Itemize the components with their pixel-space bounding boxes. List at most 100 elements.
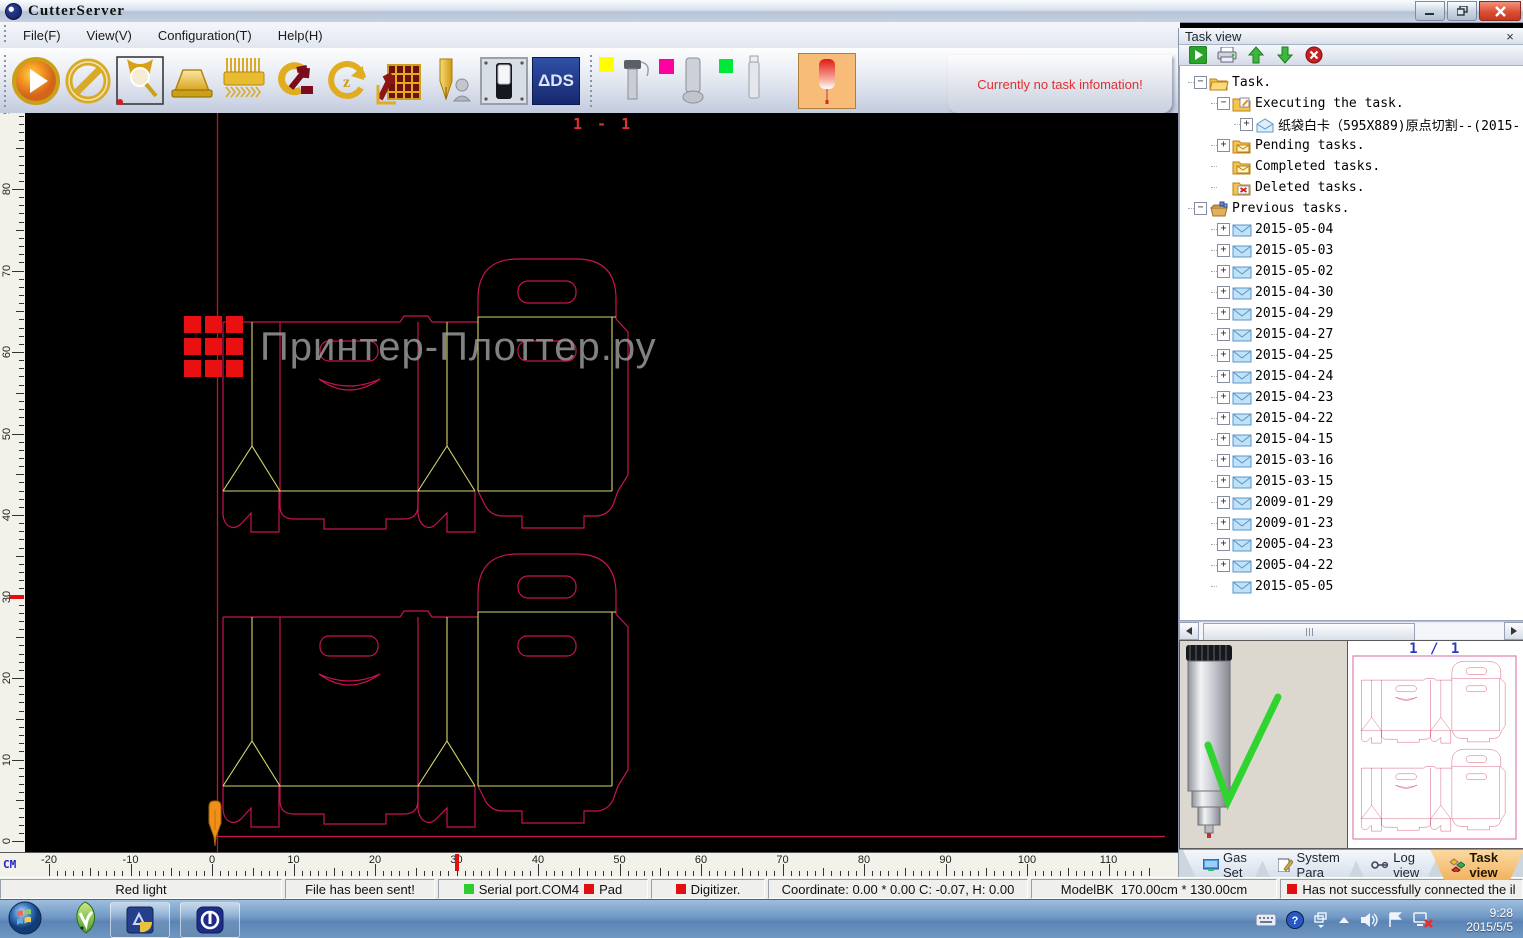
start-button[interactable] — [8, 901, 42, 938]
expand-toggle[interactable]: + — [1240, 118, 1253, 131]
start-cut-button[interactable] — [10, 54, 62, 108]
zoom-tool-button[interactable] — [114, 54, 166, 108]
power-switch-button[interactable] — [478, 54, 530, 108]
expand-toggle[interactable]: + — [1217, 286, 1230, 299]
volume-icon[interactable] — [1360, 912, 1378, 928]
rotate-button[interactable]: z — [322, 54, 374, 108]
tool-green-button[interactable] — [716, 54, 776, 108]
collapse-toggle[interactable]: − — [1194, 76, 1207, 89]
expand-toggle[interactable]: + — [1217, 496, 1230, 509]
tab-system-para[interactable]: System Para — [1258, 850, 1362, 880]
tree-item[interactable]: +2005-04-22 — [1180, 555, 1523, 576]
tree-item[interactable]: −Previous tasks. — [1180, 198, 1523, 219]
scroll-left-button[interactable] — [1179, 622, 1199, 640]
print-task-button[interactable] — [1216, 45, 1238, 65]
tree-item[interactable]: −Task. — [1180, 72, 1523, 93]
ads-taskbar-button[interactable] — [110, 902, 170, 938]
tree-item[interactable]: −Executing the task. — [1180, 93, 1523, 114]
coreldraw-button[interactable] — [70, 901, 100, 938]
comb-button[interactable] — [218, 54, 270, 108]
tree-item[interactable]: 2015-05-05 — [1180, 576, 1523, 597]
close-button[interactable] — [1479, 1, 1521, 21]
red-pen-button[interactable] — [798, 53, 856, 109]
tree-item[interactable]: +2015-04-25 — [1180, 345, 1523, 366]
tree-item[interactable]: +2015-04-24 — [1180, 366, 1523, 387]
expand-toggle[interactable]: + — [1217, 265, 1230, 278]
tab-task-view[interactable]: Task view — [1430, 850, 1523, 880]
run-task-button[interactable] — [1187, 45, 1209, 65]
ads-button[interactable]: ΔDS — [530, 54, 582, 108]
tab-label: Task view — [1469, 850, 1508, 880]
tab-log-view[interactable]: Log view — [1351, 850, 1440, 880]
stop-cut-button[interactable] — [62, 54, 114, 108]
grid-move-button[interactable] — [374, 54, 426, 108]
plotter-bed-button[interactable] — [166, 54, 218, 108]
tree-item[interactable]: +2015-05-02 — [1180, 261, 1523, 282]
tool-yellow-button[interactable] — [596, 54, 656, 108]
origin-move-button[interactable] — [270, 54, 322, 108]
action-center-flag-icon[interactable] — [1388, 912, 1403, 928]
expand-toggle[interactable]: + — [1217, 244, 1230, 257]
menu-view[interactable]: View(V) — [74, 25, 145, 46]
menu-configuration[interactable]: Configuration(T) — [145, 25, 265, 46]
move-down-button[interactable] — [1274, 45, 1296, 65]
restore-button[interactable] — [1447, 1, 1477, 21]
plotter-head-cursor[interactable] — [209, 801, 221, 846]
tree-item[interactable]: Deleted tasks. — [1180, 177, 1523, 198]
help-icon[interactable]: ? — [1286, 911, 1304, 929]
expand-toggle[interactable]: + — [1217, 412, 1230, 425]
window-switch-icon[interactable] — [1314, 912, 1328, 928]
tree-item[interactable]: +2015-04-15 — [1180, 429, 1523, 450]
expand-toggle[interactable]: + — [1217, 454, 1230, 467]
tree-item[interactable]: +2005-04-23 — [1180, 534, 1523, 555]
expand-toggle[interactable]: + — [1217, 538, 1230, 551]
minimize-button[interactable] — [1415, 1, 1445, 21]
expand-toggle[interactable]: + — [1217, 370, 1230, 383]
expand-toggle[interactable]: + — [1217, 349, 1230, 362]
tool-magenta-button[interactable] — [656, 54, 716, 108]
tree-item[interactable]: +2015-04-22 — [1180, 408, 1523, 429]
tree-item[interactable]: +2015-04-29 — [1180, 303, 1523, 324]
expand-toggle[interactable]: + — [1217, 139, 1230, 152]
collapse-toggle[interactable]: − — [1217, 97, 1230, 110]
menu-file[interactable]: File(F) — [10, 25, 74, 46]
expand-toggle[interactable]: + — [1217, 328, 1230, 341]
tree-item[interactable]: +2009-01-23 — [1180, 513, 1523, 534]
taskbar-clock[interactable]: 9:28 2015/5/5 — [1443, 906, 1513, 934]
expand-toggle[interactable]: + — [1217, 559, 1230, 572]
pad-led — [584, 884, 594, 894]
menu-help[interactable]: Help(H) — [265, 25, 336, 46]
keyboard-icon[interactable] — [1256, 914, 1276, 926]
move-up-button[interactable] — [1245, 45, 1267, 65]
tree-item[interactable]: +2015-03-15 — [1180, 471, 1523, 492]
tree-item[interactable]: +2009-01-29 — [1180, 492, 1523, 513]
tree-item[interactable]: +2015-04-27 — [1180, 324, 1523, 345]
expand-toggle[interactable]: + — [1217, 475, 1230, 488]
show-hidden-icons[interactable] — [1338, 916, 1350, 924]
tree-item[interactable]: +纸袋白卡（595X889)原点切割--(2015- — [1180, 114, 1523, 135]
digitize-pen-button[interactable] — [426, 54, 478, 108]
collapse-toggle[interactable]: − — [1194, 202, 1207, 215]
expand-toggle[interactable]: + — [1217, 391, 1230, 404]
tree-horizontal-scrollbar[interactable] — [1179, 621, 1523, 640]
scroll-right-button[interactable] — [1504, 622, 1523, 640]
tree-item[interactable]: Completed tasks. — [1180, 156, 1523, 177]
expand-toggle[interactable]: + — [1217, 307, 1230, 320]
scrollbar-track[interactable] — [1199, 623, 1504, 639]
tree-item[interactable]: +Pending tasks. — [1180, 135, 1523, 156]
drawing-canvas[interactable]: Принтер-Плоттер.ру 1 - 1 — [25, 113, 1178, 852]
tree-item[interactable]: +2015-04-30 — [1180, 282, 1523, 303]
expand-toggle[interactable]: + — [1217, 517, 1230, 530]
expand-toggle[interactable]: + — [1217, 223, 1230, 236]
tree-item[interactable]: +2015-03-16 — [1180, 450, 1523, 471]
tree-item[interactable]: +2015-05-04 — [1180, 219, 1523, 240]
cutterserver-taskbar-button[interactable] — [180, 902, 240, 938]
delete-task-button[interactable] — [1303, 45, 1325, 65]
expand-toggle[interactable]: + — [1217, 433, 1230, 446]
tab-gas-set[interactable]: Gas Set — [1183, 850, 1268, 880]
tree-item[interactable]: +2015-04-23 — [1180, 387, 1523, 408]
scrollbar-thumb[interactable] — [1203, 623, 1415, 641]
tree-item[interactable]: +2015-05-03 — [1180, 240, 1523, 261]
panel-close-button[interactable]: × — [1502, 28, 1518, 44]
network-icon[interactable] — [1413, 912, 1433, 928]
